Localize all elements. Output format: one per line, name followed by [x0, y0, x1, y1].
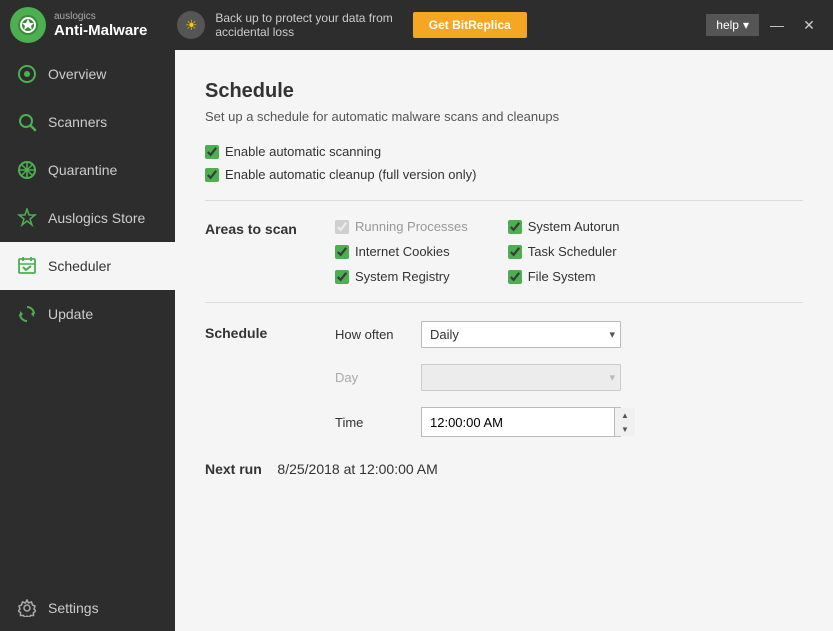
update-icon — [16, 304, 38, 324]
overview-label: Overview — [48, 66, 106, 82]
notification-icon: ☀ — [177, 11, 205, 39]
system-autorun-label: System Autorun — [528, 219, 620, 234]
help-button[interactable]: help ▾ — [706, 14, 759, 36]
bitreplica-button[interactable]: Get BitReplica — [413, 12, 527, 38]
logo-brand: auslogics — [54, 11, 147, 22]
area-system-autorun: System Autorun — [508, 219, 620, 234]
enable-scanning-checkbox[interactable] — [205, 145, 219, 159]
scheduler-label: Scheduler — [48, 258, 111, 274]
sidebar-item-auslogics-store[interactable]: Auslogics Store — [0, 194, 175, 242]
time-decrement-button[interactable]: ▼ — [615, 422, 635, 436]
sidebar-item-scheduler[interactable]: Scheduler — [0, 242, 175, 290]
how-often-select-wrapper: Daily Weekly Monthly ▾ — [421, 321, 621, 348]
enable-scanning-label: Enable automatic scanning — [225, 144, 381, 159]
sidebar-item-settings[interactable]: Settings — [0, 585, 175, 631]
scanners-icon — [16, 112, 38, 132]
area-running-processes: Running Processes — [335, 219, 468, 234]
section-divider — [205, 200, 803, 201]
running-processes-label: Running Processes — [355, 219, 468, 234]
window-controls: help ▾ — ✕ — [706, 11, 823, 39]
how-often-row: How often Daily Weekly Monthly ▾ — [335, 321, 621, 348]
file-system-label: File System — [528, 269, 596, 284]
notification-area: ☀ Back up to protect your data fromaccid… — [177, 11, 526, 39]
how-often-select[interactable]: Daily Weekly Monthly — [421, 321, 621, 348]
content-area: Schedule Set up a schedule for automatic… — [175, 50, 833, 631]
settings-icon — [16, 599, 38, 617]
schedule-form: How often Daily Weekly Monthly ▾ Day — [335, 321, 621, 437]
sidebar-item-update[interactable]: Update — [0, 290, 175, 338]
schedule-label: Schedule — [205, 321, 315, 437]
areas-to-scan-section: Areas to scan Running Processes Internet… — [205, 219, 803, 284]
area-file-system: File System — [508, 269, 620, 284]
page-title: Schedule — [205, 80, 803, 103]
store-label: Auslogics Store — [48, 210, 145, 226]
day-select[interactable] — [421, 364, 621, 391]
help-chevron-icon: ▾ — [743, 18, 749, 32]
titlebar: auslogics Anti-Malware ☀ Back up to prot… — [0, 0, 833, 50]
overview-icon — [16, 64, 38, 84]
time-label: Time — [335, 415, 405, 430]
running-processes-checkbox[interactable] — [335, 220, 349, 234]
how-often-label: How often — [335, 327, 405, 342]
page-subtitle: Set up a schedule for automatic malware … — [205, 109, 803, 124]
day-select-wrapper: ▾ — [421, 364, 621, 391]
internet-cookies-checkbox[interactable] — [335, 245, 349, 259]
close-button[interactable]: ✕ — [795, 11, 823, 39]
update-label: Update — [48, 306, 93, 322]
task-scheduler-label: Task Scheduler — [528, 244, 617, 259]
time-input[interactable] — [422, 410, 614, 435]
time-input-wrapper: ▲ ▼ — [421, 407, 621, 437]
next-run-value: 8/25/2018 at 12:00:00 AM — [277, 461, 437, 477]
section-divider-2 — [205, 302, 803, 303]
time-increment-button[interactable]: ▲ — [615, 408, 635, 422]
sidebar-item-scanners[interactable]: Scanners — [0, 98, 175, 146]
settings-label: Settings — [48, 600, 99, 616]
task-scheduler-checkbox[interactable] — [508, 245, 522, 259]
enable-cleanup-checkbox[interactable] — [205, 168, 219, 182]
areas-col-right: System Autorun Task Scheduler File Syste… — [508, 219, 620, 284]
logo-icon — [10, 7, 46, 43]
area-internet-cookies: Internet Cookies — [335, 244, 468, 259]
areas-columns: Running Processes Internet Cookies Syste… — [335, 219, 620, 284]
enable-cleanup-row: Enable automatic cleanup (full version o… — [205, 167, 803, 182]
time-spinners: ▲ ▼ — [614, 408, 635, 436]
next-run-label: Next run — [205, 461, 262, 477]
quarantine-icon — [16, 160, 38, 180]
logo-text: auslogics Anti-Malware — [54, 11, 147, 39]
main-layout: Overview Scanners Quarantine — [0, 50, 833, 631]
day-label: Day — [335, 370, 405, 385]
system-registry-checkbox[interactable] — [335, 270, 349, 284]
scanners-label: Scanners — [48, 114, 107, 130]
sidebar-item-overview[interactable]: Overview — [0, 50, 175, 98]
sidebar: Overview Scanners Quarantine — [0, 50, 175, 631]
day-row: Day ▾ — [335, 364, 621, 391]
notification-text: Back up to protect your data fromacciden… — [215, 11, 392, 39]
next-run-section: Next run 8/25/2018 at 12:00:00 AM — [205, 461, 803, 477]
system-registry-label: System Registry — [355, 269, 450, 284]
scheduler-icon — [16, 256, 38, 276]
internet-cookies-label: Internet Cookies — [355, 244, 450, 259]
areas-col-left: Running Processes Internet Cookies Syste… — [335, 219, 468, 284]
enable-scanning-row: Enable automatic scanning — [205, 144, 803, 159]
system-autorun-checkbox[interactable] — [508, 220, 522, 234]
help-label: help — [716, 18, 739, 32]
enable-cleanup-label: Enable automatic cleanup (full version o… — [225, 167, 476, 182]
time-row: Time ▲ ▼ — [335, 407, 621, 437]
area-task-scheduler: Task Scheduler — [508, 244, 620, 259]
app-logo: auslogics Anti-Malware — [10, 7, 147, 43]
schedule-section: Schedule How often Daily Weekly Monthly … — [205, 321, 803, 437]
areas-label: Areas to scan — [205, 219, 315, 284]
area-system-registry: System Registry — [335, 269, 468, 284]
minimize-button[interactable]: — — [763, 11, 791, 39]
sidebar-item-quarantine[interactable]: Quarantine — [0, 146, 175, 194]
file-system-checkbox[interactable] — [508, 270, 522, 284]
quarantine-label: Quarantine — [48, 162, 117, 178]
logo-name: Anti-Malware — [54, 22, 147, 39]
store-icon — [16, 208, 38, 228]
